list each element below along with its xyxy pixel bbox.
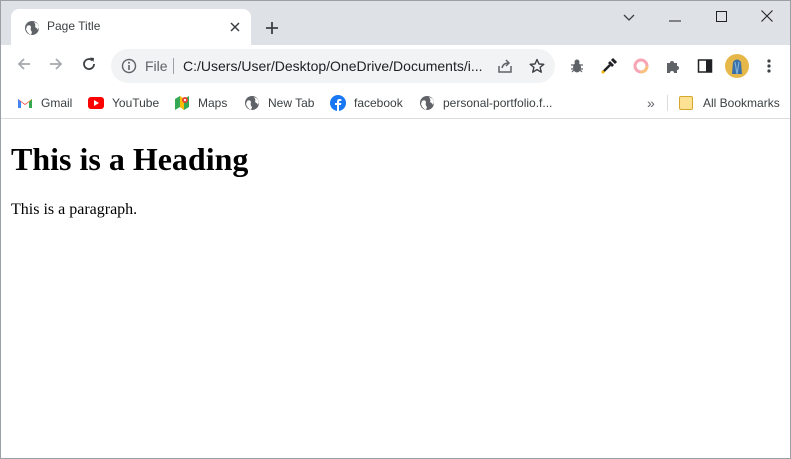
divider [667, 95, 668, 111]
puzzle-icon[interactable] [663, 56, 683, 76]
back-button[interactable] [11, 53, 37, 79]
globe-icon [244, 95, 260, 111]
page-content: This is a Heading This is a paragraph. [1, 120, 790, 458]
maps-icon [174, 95, 190, 111]
chevron-down-icon [623, 9, 635, 27]
bookmarks-overflow-button[interactable]: » [647, 93, 655, 113]
bookmark-personal-portfolio[interactable]: personal-portfolio.f... [419, 93, 552, 113]
page-heading: This is a Heading [11, 141, 249, 177]
folder-icon [678, 95, 694, 111]
tab-page-title[interactable]: Page Title [11, 9, 251, 45]
bookmark-facebook[interactable]: facebook [330, 93, 403, 113]
minimize-icon [669, 9, 681, 27]
tab-title: Page Title [47, 19, 101, 33]
bookmark-youtube[interactable]: YouTube [88, 93, 159, 113]
youtube-icon [88, 95, 104, 111]
globe-icon [24, 20, 40, 36]
bug-extension-icon[interactable] [567, 56, 587, 76]
facebook-icon [330, 95, 346, 111]
all-bookmarks-button[interactable]: All Bookmarks [678, 93, 780, 113]
toolbar: File C:/Users/User/Desktop/OneDrive/Docu… [1, 45, 790, 87]
bookmark-gmail[interactable]: Gmail [17, 93, 72, 113]
url-text[interactable]: C:/Users/User/Desktop/OneDrive/Documents… [183, 58, 483, 74]
divider [173, 58, 174, 74]
reload-button[interactable] [76, 53, 102, 79]
tab-strip: Page Title [1, 1, 790, 45]
close-icon[interactable] [227, 19, 243, 35]
arrow-right-icon [48, 56, 64, 77]
share-icon[interactable] [496, 57, 514, 75]
menu-icon[interactable] [759, 56, 779, 76]
profile-avatar[interactable] [725, 54, 749, 78]
address-bar[interactable]: File C:/Users/User/Desktop/OneDrive/Docu… [111, 49, 555, 83]
close-window-button[interactable] [744, 3, 790, 33]
ring-extension-icon[interactable] [631, 56, 651, 76]
arrow-left-icon [16, 56, 32, 77]
bookmark-maps[interactable]: Maps [174, 93, 227, 113]
tab-search-button[interactable] [606, 3, 652, 33]
star-icon[interactable] [528, 57, 546, 75]
forward-button[interactable] [43, 53, 69, 79]
side-panel-icon[interactable] [695, 56, 715, 76]
close-icon [761, 9, 773, 27]
globe-icon [419, 95, 435, 111]
eyedropper-extension-icon[interactable] [599, 56, 619, 76]
page-paragraph: This is a paragraph. [11, 201, 138, 218]
chevron-double-right-icon: » [647, 95, 655, 111]
reload-icon [81, 56, 97, 77]
bookmark-new-tab[interactable]: New Tab [244, 93, 314, 113]
info-icon[interactable] [121, 58, 137, 74]
gmail-icon [17, 95, 33, 111]
browser-window: Page Title File C:/Users/User/Desktop/On… [0, 0, 791, 459]
minimize-button[interactable] [652, 3, 698, 33]
url-scheme-label: File [145, 58, 168, 74]
maximize-button[interactable] [698, 3, 744, 33]
maximize-icon [715, 9, 727, 27]
bookmarks-bar: Gmail YouTube Maps New Tab facebook pers… [1, 87, 790, 119]
new-tab-button[interactable] [261, 17, 283, 39]
